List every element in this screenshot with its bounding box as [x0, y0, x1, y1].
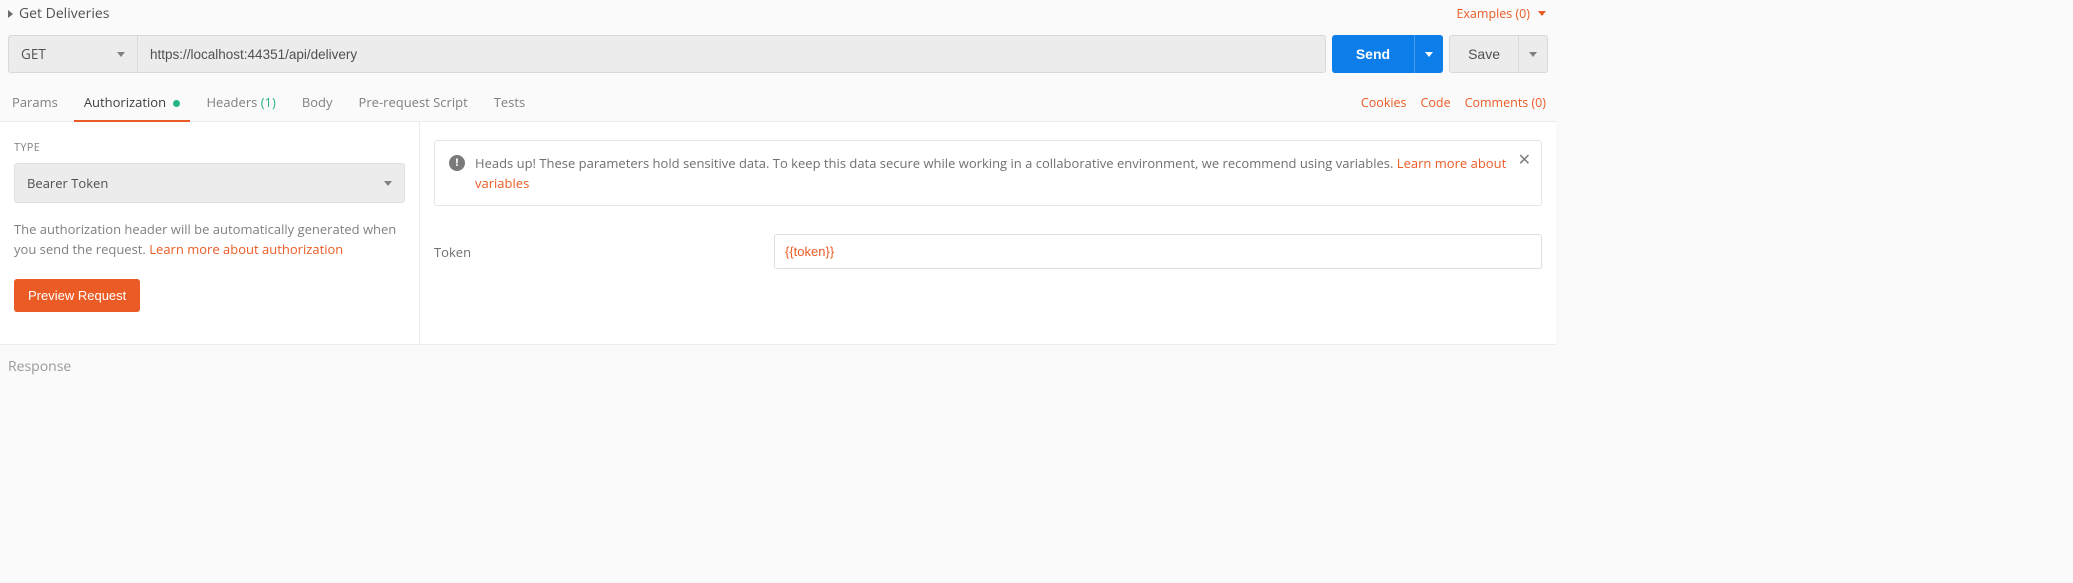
tab-authorization[interactable]: Authorization	[82, 83, 183, 121]
response-section-title: Response	[0, 345, 1556, 392]
caret-down-icon	[1425, 52, 1433, 57]
save-button-group: Save	[1449, 35, 1548, 73]
tabs-row: Params Authorization Headers (1) Body Pr…	[0, 83, 1556, 122]
banner-body: Heads up! These parameters hold sensitiv…	[475, 153, 1527, 193]
sensitive-data-banner: ! Heads up! These parameters hold sensit…	[434, 140, 1542, 206]
send-dropdown-button[interactable]	[1414, 35, 1443, 73]
save-dropdown-button[interactable]	[1519, 35, 1548, 73]
caret-down-icon	[117, 52, 125, 57]
url-bar: GET Send Save	[0, 27, 1556, 83]
auth-left-pane: TYPE Bearer Token The authorization head…	[0, 122, 420, 344]
examples-dropdown[interactable]: Examples (0)	[1456, 5, 1546, 22]
url-input[interactable]	[150, 47, 1313, 62]
request-title: Get Deliveries	[19, 4, 109, 23]
http-method-value: GET	[21, 45, 46, 63]
tab-prerequest[interactable]: Pre-request Script	[357, 83, 470, 121]
close-icon[interactable]: ✕	[1518, 151, 1531, 167]
auth-type-select[interactable]: Bearer Token	[14, 163, 405, 203]
tab-authorization-label: Authorization	[84, 93, 166, 111]
link-cookies[interactable]: Cookies	[1361, 94, 1407, 111]
auth-right-pane: ! Heads up! These parameters hold sensit…	[420, 122, 1556, 344]
request-title-group[interactable]: Get Deliveries	[8, 4, 109, 23]
examples-label: Examples (0)	[1456, 5, 1530, 22]
right-links: Cookies Code Comments (0)	[1361, 94, 1546, 111]
tabs: Params Authorization Headers (1) Body Pr…	[10, 83, 527, 121]
tab-headers-count: (1)	[261, 93, 276, 111]
auth-help-link[interactable]: Learn more about authorization	[149, 240, 343, 258]
auth-type-label: TYPE	[14, 140, 405, 155]
preview-request-button[interactable]: Preview Request	[14, 279, 140, 312]
request-header-bar: Get Deliveries Examples (0)	[0, 0, 1556, 27]
info-icon: !	[449, 155, 465, 171]
save-button[interactable]: Save	[1449, 35, 1519, 73]
auth-type-value: Bearer Token	[27, 174, 108, 192]
link-code[interactable]: Code	[1421, 94, 1451, 111]
send-button[interactable]: Send	[1332, 35, 1414, 73]
authorization-panel: TYPE Bearer Token The authorization head…	[0, 122, 1556, 345]
tab-params[interactable]: Params	[10, 83, 60, 121]
send-button-group: Send	[1332, 35, 1443, 73]
tab-headers-label: Headers	[206, 93, 257, 111]
caret-down-icon	[1529, 52, 1537, 57]
tab-tests[interactable]: Tests	[492, 83, 527, 121]
auth-help-text: The authorization header will be automat…	[14, 219, 405, 259]
link-comments[interactable]: Comments (0)	[1465, 94, 1546, 111]
banner-text: Heads up! These parameters hold sensitiv…	[475, 154, 1397, 172]
url-input-wrap	[138, 35, 1326, 73]
caret-down-icon	[1538, 11, 1546, 16]
token-label: Token	[434, 243, 734, 261]
token-input[interactable]	[774, 234, 1542, 269]
caret-down-icon	[384, 181, 392, 186]
token-row: Token	[434, 234, 1542, 269]
dot-indicator-icon	[173, 100, 180, 107]
tab-body[interactable]: Body	[300, 83, 335, 121]
tab-headers[interactable]: Headers (1)	[204, 83, 277, 121]
expand-caret-icon	[8, 10, 13, 18]
http-method-select[interactable]: GET	[8, 35, 138, 73]
